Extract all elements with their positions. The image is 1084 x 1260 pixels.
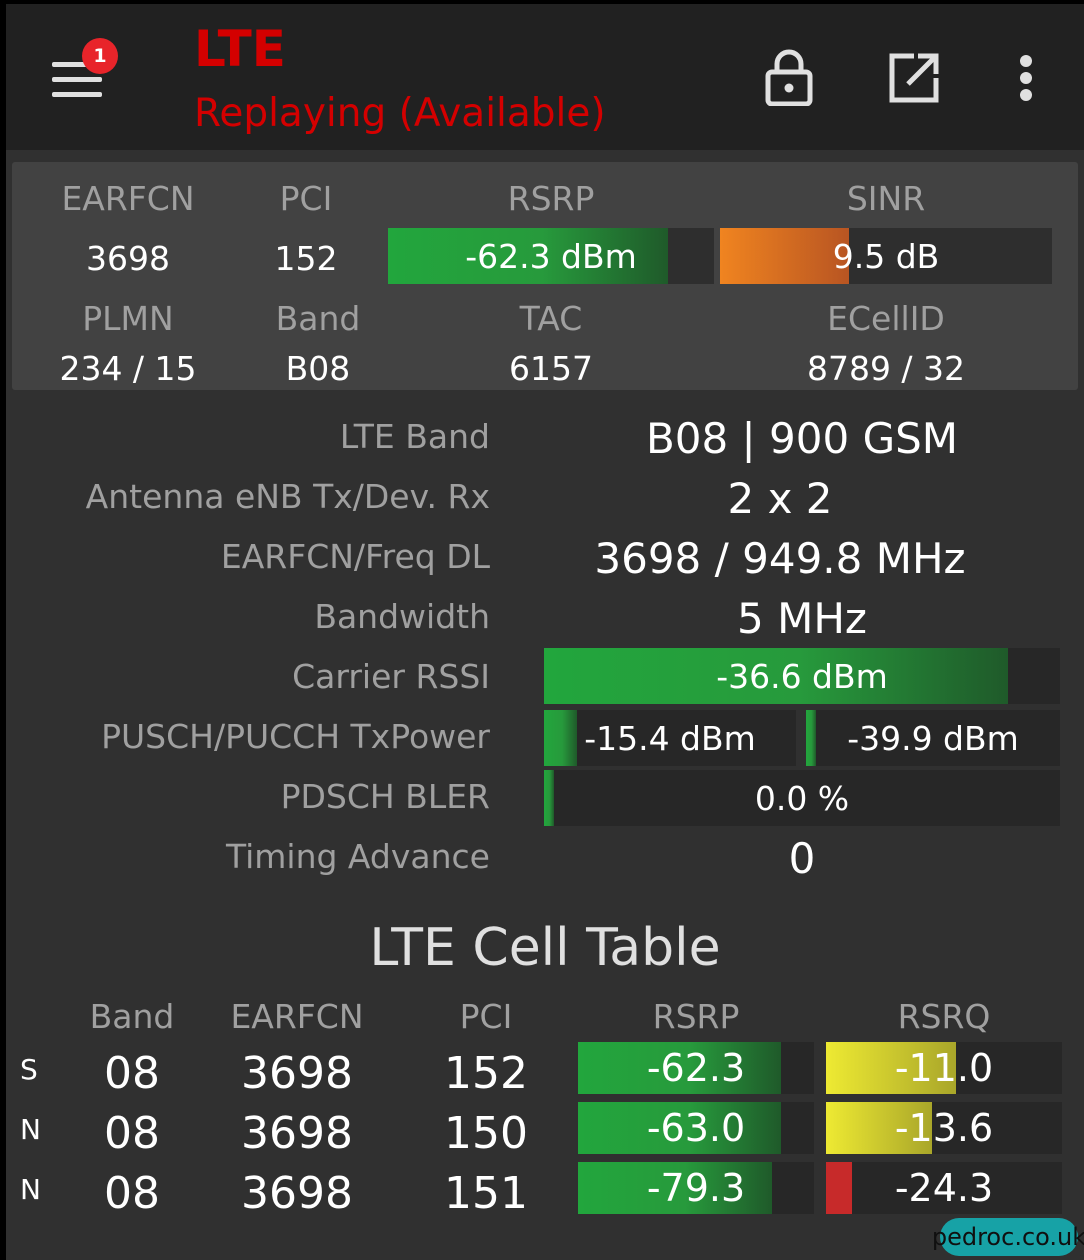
- bandwidth-label: Bandwidth: [314, 597, 490, 636]
- lte-band-value: B08 | 900 GSM: [645, 414, 959, 463]
- rsrp-meter: -62.3 dBm: [388, 228, 714, 284]
- sinr-value: 9.5 dB: [832, 236, 940, 276]
- cell-rsrp: -62.3: [646, 1046, 746, 1090]
- cell-rsrp: -63.0: [646, 1106, 746, 1150]
- carrier-rssi-label: Carrier RSSI: [292, 657, 490, 696]
- cell-pci: 151: [444, 1168, 528, 1219]
- band-value: B08: [285, 349, 351, 388]
- cell-earfcn: 3698: [241, 1168, 353, 1219]
- bler-meter: 0.0 %: [544, 770, 1060, 826]
- earfcn-label: EARFCN: [61, 179, 195, 218]
- carrier-rssi-value: -36.6 dBm: [716, 656, 888, 696]
- ecellid-label: ECellID: [827, 299, 945, 338]
- tx-power-label: PUSCH/PUCCH TxPower: [101, 717, 490, 756]
- cell-type: S: [20, 1053, 38, 1086]
- pucch-power-meter: -39.9 dBm: [806, 710, 1060, 766]
- cell-earfcn: 3698: [241, 1048, 353, 1099]
- more-vert-icon[interactable]: [1014, 54, 1038, 108]
- lte-band-label: LTE Band: [339, 417, 490, 456]
- cell-rsrq-meter: -13.6: [826, 1102, 1062, 1154]
- pusch-power-meter: -15.4 dBm: [544, 710, 796, 766]
- col-header-pci: PCI: [459, 997, 513, 1036]
- cell-band: 08: [104, 1168, 160, 1219]
- bandwidth-value: 5 MHz: [737, 594, 867, 643]
- cell-earfcn: 3698: [241, 1108, 353, 1159]
- band-label: Band: [275, 299, 361, 338]
- plmn-label: PLMN: [82, 299, 174, 338]
- cell-rsrp-meter: -79.3: [578, 1162, 814, 1214]
- plmn-value: 234 / 15: [59, 349, 197, 388]
- timing-advance-value: 0: [788, 834, 816, 883]
- carrier-rssi-meter: -36.6 dBm: [544, 648, 1060, 704]
- app-window: 1 LTE Replaying (Available) EARFCN PCI R…: [6, 4, 1084, 1260]
- cell-rsrp-meter: -63.0: [578, 1102, 814, 1154]
- cell-rsrq-meter: -24.3: [826, 1162, 1062, 1214]
- earfcn-freq-value: 3698 / 949.8 MHz: [594, 534, 966, 583]
- cell-rsrp-meter: -62.3: [578, 1042, 814, 1094]
- ecellid-value: 8789 / 32: [806, 349, 966, 388]
- open-external-icon[interactable]: [888, 52, 940, 108]
- pci-value: 152: [274, 239, 338, 278]
- bler-label: PDSCH BLER: [280, 777, 490, 816]
- sinr-label: SINR: [846, 179, 926, 218]
- col-header-rsrq: RSRQ: [897, 997, 991, 1036]
- earfcn-freq-label: EARFCN/Freq DL: [220, 537, 490, 576]
- serving-cell-summary: EARFCN PCI RSRP SINR 3698 152 -62.3 dBm …: [12, 162, 1078, 390]
- earfcn-value: 3698: [86, 239, 170, 278]
- cell-band: 08: [104, 1108, 160, 1159]
- timing-advance-label: Timing Advance: [225, 837, 490, 876]
- tac-label: TAC: [519, 299, 583, 338]
- app-bar: 1 LTE Replaying (Available): [6, 4, 1084, 150]
- cell-table-title: LTE Cell Table: [369, 918, 721, 978]
- replay-status: Replaying (Available): [194, 91, 606, 136]
- cell-rsrq: -11.0: [894, 1046, 994, 1090]
- cell-type: N: [20, 1113, 41, 1146]
- cell-rsrq: -24.3: [894, 1166, 994, 1210]
- cell-pci: 152: [444, 1048, 528, 1099]
- bler-value: 0.0 %: [754, 778, 850, 818]
- cell-pci: 150: [444, 1108, 528, 1159]
- col-header-rsrp: RSRP: [652, 997, 740, 1036]
- rsrp-value: -62.3 dBm: [465, 236, 637, 276]
- lock-icon[interactable]: [764, 48, 814, 110]
- antenna-label: Antenna eNB Tx/Dev. Rx: [85, 477, 490, 516]
- cell-type: N: [20, 1173, 41, 1206]
- pci-label: PCI: [279, 179, 333, 218]
- pusch-power-value: -15.4 dBm: [584, 718, 756, 758]
- cell-rsrq-meter: -11.0: [826, 1042, 1062, 1094]
- pucch-power-value: -39.9 dBm: [847, 718, 1019, 758]
- tac-value: 6157: [509, 349, 593, 388]
- cell-band: 08: [104, 1048, 160, 1099]
- cell-rsrp: -79.3: [646, 1166, 746, 1210]
- watermark: pedroc.co.uk: [932, 1218, 1084, 1256]
- col-header-band: Band: [89, 997, 175, 1036]
- rsrp-label: RSRP: [507, 179, 595, 218]
- notification-badge: 1: [82, 38, 118, 74]
- col-header-earfcn: EARFCN: [230, 997, 364, 1036]
- page-title: LTE: [194, 20, 286, 78]
- sinr-meter: 9.5 dB: [720, 228, 1052, 284]
- antenna-value: 2 x 2: [727, 474, 833, 523]
- cell-rsrq: -13.6: [894, 1106, 994, 1150]
